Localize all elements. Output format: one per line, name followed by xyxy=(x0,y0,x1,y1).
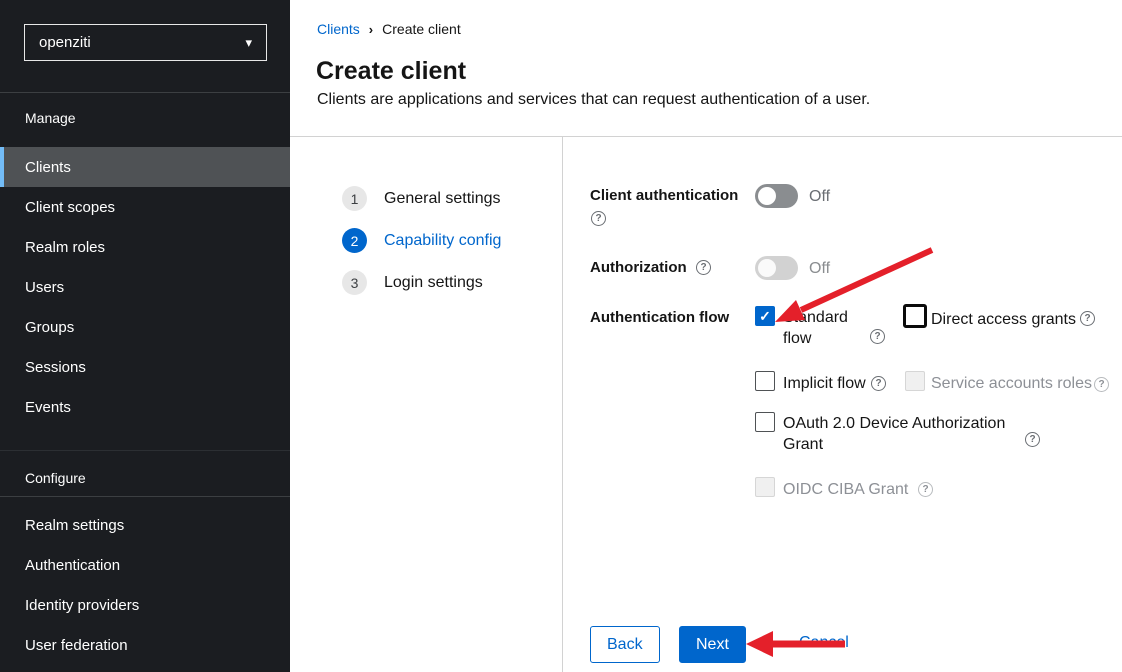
sidebar-divider xyxy=(0,92,290,93)
authorization-state: Off xyxy=(809,260,830,278)
check-icon: ✓ xyxy=(759,308,771,325)
sidebar-item-client-scopes[interactable]: Client scopes xyxy=(0,187,290,227)
direct-access-grants-checkbox-label[interactable]: Direct access grants xyxy=(931,309,1076,330)
help-icon[interactable]: ? xyxy=(870,329,885,344)
client-authentication-state: Off xyxy=(809,188,830,206)
page-title: Create client xyxy=(316,57,466,86)
sidebar-divider xyxy=(0,450,290,451)
wizard-step-general-settings[interactable]: 1 General settings xyxy=(342,186,501,211)
breadcrumb-clients-link[interactable]: Clients xyxy=(317,21,360,37)
capability-config-form: Client authentication ? Off Authorizatio… xyxy=(563,137,1122,672)
nav-group-configure: Realm settings Authentication Identity p… xyxy=(0,505,290,665)
help-icon[interactable]: ? xyxy=(591,211,606,226)
standard-flow-checkbox-label[interactable]: Standard flow xyxy=(783,307,861,349)
oidc-ciba-grant-checkbox-label: OIDC CIBA Grant xyxy=(783,479,908,500)
next-button[interactable]: Next xyxy=(679,626,746,663)
step-label: Login settings xyxy=(384,274,483,292)
main-content: Clients › Create client Create client Cl… xyxy=(290,0,1122,672)
help-icon[interactable]: ? xyxy=(871,376,886,391)
standard-flow-checkbox[interactable]: ✓ xyxy=(755,306,775,326)
nav-section-configure: Configure xyxy=(25,470,86,486)
nav-section-manage: Manage xyxy=(25,110,76,126)
authentication-flow-label: Authentication flow xyxy=(590,309,729,326)
sidebar-item-clients[interactable]: Clients xyxy=(0,147,290,187)
help-icon[interactable]: ? xyxy=(1080,311,1095,326)
step-label: Capability config xyxy=(384,232,501,250)
breadcrumb-current: Create client xyxy=(382,21,461,37)
sidebar-item-identity-providers[interactable]: Identity providers xyxy=(0,585,290,625)
nav-group-manage: Clients Client scopes Realm roles Users … xyxy=(0,147,290,427)
wizard-content: 1 General settings 2 Capability config 3… xyxy=(290,137,1122,672)
oauth-device-grant-checkbox-label[interactable]: OAuth 2.0 Device Authorization Grant xyxy=(783,413,1019,455)
sidebar-item-users[interactable]: Users xyxy=(0,267,290,307)
oauth-device-grant-checkbox[interactable] xyxy=(755,412,775,432)
step-number-badge: 3 xyxy=(342,270,367,295)
service-accounts-roles-checkbox-label: Service accounts roles xyxy=(931,373,1092,394)
step-number-badge: 1 xyxy=(342,186,367,211)
sidebar-item-events[interactable]: Events xyxy=(0,387,290,427)
cancel-link[interactable]: Cancel xyxy=(799,634,849,652)
wizard-step-login-settings[interactable]: 3 Login settings xyxy=(342,270,483,295)
sidebar-item-user-federation[interactable]: User federation xyxy=(0,625,290,665)
implicit-flow-checkbox[interactable] xyxy=(755,371,775,391)
service-accounts-roles-checkbox xyxy=(905,371,925,391)
realm-name: openziti xyxy=(39,34,91,51)
sidebar-item-authentication[interactable]: Authentication xyxy=(0,545,290,585)
chevron-right-icon: › xyxy=(369,22,373,37)
wizard-step-capability-config[interactable]: 2 Capability config xyxy=(342,228,501,253)
sidebar-divider xyxy=(0,496,290,497)
page-subtitle: Clients are applications and services th… xyxy=(317,91,870,109)
realm-selector-dropdown[interactable]: openziti ▾ xyxy=(24,24,267,61)
sidebar-item-groups[interactable]: Groups xyxy=(0,307,290,347)
sidebar-item-sessions[interactable]: Sessions xyxy=(0,347,290,387)
implicit-flow-checkbox-label[interactable]: Implicit flow xyxy=(783,373,866,394)
sidebar-item-realm-roles[interactable]: Realm roles xyxy=(0,227,290,267)
wizard-steps-panel: 1 General settings 2 Capability config 3… xyxy=(290,137,563,672)
direct-access-grants-checkbox[interactable] xyxy=(903,304,927,328)
help-icon[interactable]: ? xyxy=(696,260,711,275)
caret-down-icon: ▾ xyxy=(245,35,252,51)
sidebar-item-realm-settings[interactable]: Realm settings xyxy=(0,505,290,545)
toggle-knob xyxy=(758,259,776,277)
sidebar: openziti ▾ Manage Clients Client scopes … xyxy=(0,0,290,672)
help-icon[interactable]: ? xyxy=(1025,432,1040,447)
back-button[interactable]: Back xyxy=(590,626,660,663)
client-authentication-toggle[interactable] xyxy=(755,184,798,208)
client-authentication-label: Client authentication xyxy=(590,187,738,204)
help-icon[interactable]: ? xyxy=(1094,377,1109,392)
authorization-label: Authorization xyxy=(590,259,687,276)
step-label: General settings xyxy=(384,190,501,208)
toggle-knob xyxy=(758,187,776,205)
authorization-toggle xyxy=(755,256,798,280)
keycloak-admin-console: openziti ▾ Manage Clients Client scopes … xyxy=(0,0,1122,672)
breadcrumb: Clients › Create client xyxy=(317,21,461,37)
help-icon[interactable]: ? xyxy=(918,482,933,497)
step-number-badge: 2 xyxy=(342,228,367,253)
oidc-ciba-grant-checkbox xyxy=(755,477,775,497)
